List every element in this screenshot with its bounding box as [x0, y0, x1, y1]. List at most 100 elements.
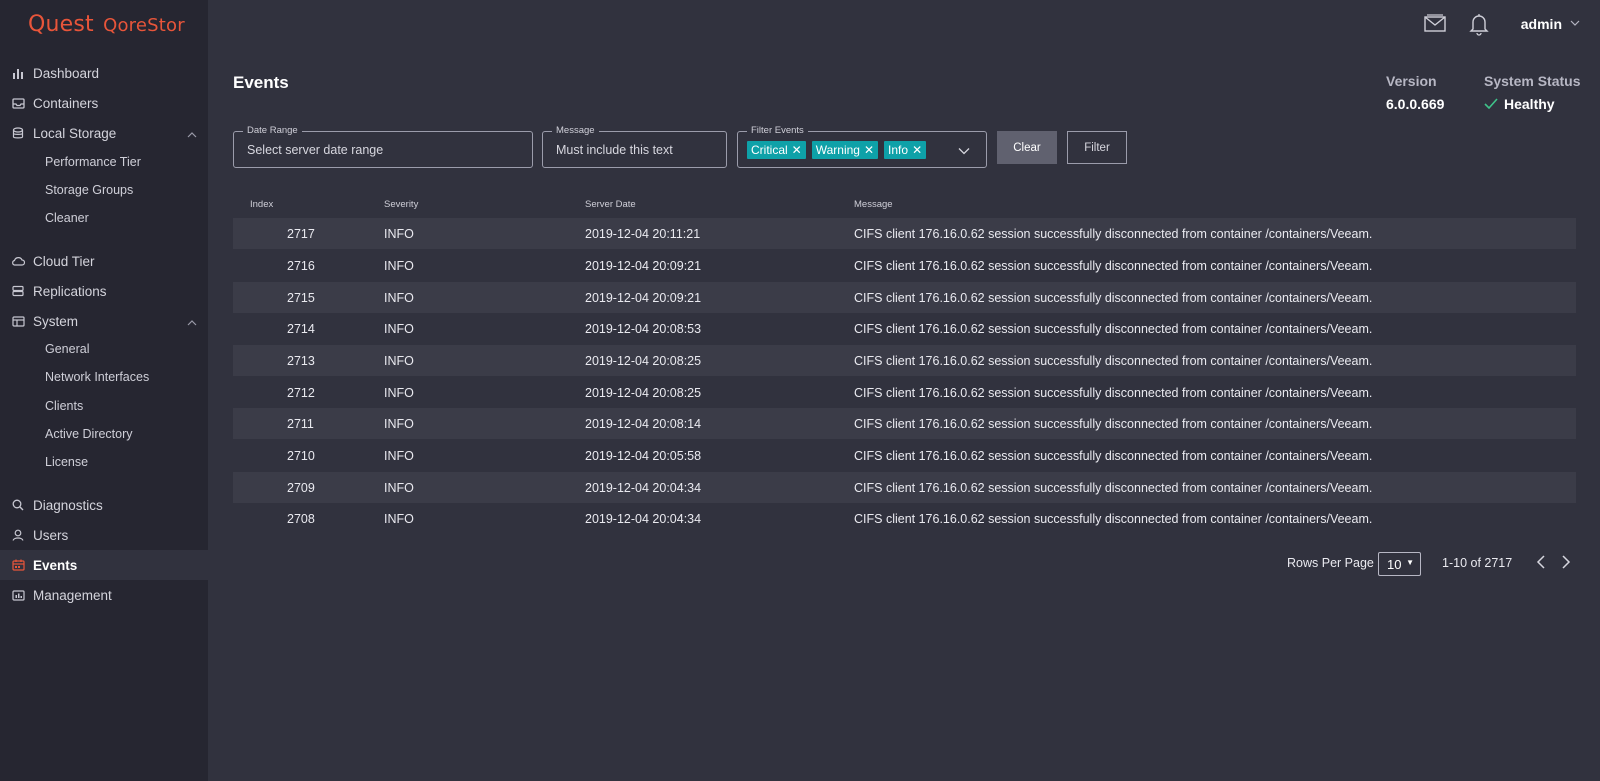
close-icon[interactable]: ✕ [792, 143, 802, 157]
chip-info[interactable]: Info ✕ [884, 141, 927, 159]
sidebar-item-label: Replications [33, 283, 107, 299]
chevron-up-icon[interactable] [187, 314, 197, 329]
inbox-icon [11, 96, 25, 110]
sidebar-item-cleaner[interactable]: Cleaner [45, 208, 89, 228]
chevron-right-icon[interactable] [1561, 554, 1571, 575]
column-header-server-date[interactable]: Server Date [585, 199, 636, 210]
cell-date: 2019-12-04 20:08:53 [585, 322, 702, 336]
clear-button[interactable]: Clear [997, 131, 1057, 164]
cell-index: 2716 [287, 259, 315, 273]
rows-per-page-select[interactable]: 10 ▼ [1378, 552, 1421, 576]
chip-warning[interactable]: Warning ✕ [811, 141, 879, 159]
cell-date: 2019-12-04 20:11:21 [585, 227, 701, 241]
message-label: Message [552, 125, 599, 137]
cell-index: 2717 [287, 227, 315, 241]
cell-message: CIFS client 176.16.0.62 session successf… [854, 386, 1373, 400]
logo-qorestor: QoreStor [103, 15, 185, 36]
sidebar-item-label: System [33, 313, 79, 329]
table-row[interactable]: 2712 INFO 2019-12-04 20:08:25 CIFS clien… [233, 377, 1576, 408]
cell-message: CIFS client 176.16.0.62 session successf… [854, 354, 1373, 368]
date-range-placeholder: Select server date range [247, 143, 384, 157]
sidebar-item-network-interfaces[interactable]: Network Interfaces [45, 367, 149, 387]
page-title: Events [233, 73, 289, 92]
table-row[interactable]: 2717 INFO 2019-12-04 20:11:21 CIFS clien… [233, 218, 1576, 249]
message-placeholder: Must include this text [556, 143, 673, 157]
cell-severity: INFO [384, 386, 414, 400]
table-row[interactable]: 2711 INFO 2019-12-04 20:08:14 CIFS clien… [233, 408, 1576, 439]
filter-events-label: Filter Events [747, 125, 808, 137]
table-row[interactable]: 2713 INFO 2019-12-04 20:08:25 CIFS clien… [233, 345, 1576, 376]
chip-label: Critical [751, 143, 788, 157]
column-header-severity[interactable]: Severity [384, 199, 418, 210]
cell-message: CIFS client 176.16.0.62 session successf… [854, 417, 1373, 431]
close-icon[interactable]: ✕ [864, 143, 874, 157]
column-header-index[interactable]: Index [250, 199, 273, 210]
chevron-up-icon[interactable] [187, 126, 197, 141]
cell-message: CIFS client 176.16.0.62 session successf… [854, 512, 1373, 526]
cell-message: CIFS client 176.16.0.62 session successf… [854, 291, 1373, 305]
sidebar-item-management[interactable]: Management [0, 580, 208, 610]
cell-index: 2715 [287, 291, 315, 305]
sidebar-item-containers[interactable]: Containers [0, 88, 208, 118]
sidebar: Quest QoreStor Dashboard Containers Loca… [0, 0, 208, 781]
cell-severity: INFO [384, 227, 414, 241]
sidebar-item-system[interactable]: System [0, 306, 208, 336]
bell-icon[interactable] [1469, 12, 1489, 41]
chart-box-icon [11, 588, 25, 602]
sidebar-item-events[interactable]: Events [0, 550, 208, 580]
cell-message: CIFS client 176.16.0.62 session successf… [854, 259, 1373, 273]
chip-critical[interactable]: Critical ✕ [747, 141, 806, 159]
app-logo[interactable]: Quest QoreStor [28, 12, 185, 37]
user-menu[interactable]: admin [1521, 16, 1562, 32]
chip-label: Info [888, 143, 909, 157]
cell-index: 2713 [287, 354, 315, 368]
window-icon [11, 314, 25, 328]
cell-date: 2019-12-04 20:08:25 [585, 386, 702, 400]
cell-severity: INFO [384, 291, 414, 305]
cell-date: 2019-12-04 20:09:21 [585, 259, 702, 273]
bar-chart-icon [11, 66, 25, 80]
chevron-down-icon[interactable] [958, 142, 970, 160]
sidebar-item-label: Management [33, 587, 112, 603]
filter-events-select[interactable]: Filter Events Critical ✕ Warning ✕ Info … [737, 125, 987, 168]
sidebar-item-cloud-tier[interactable]: Cloud Tier [0, 246, 208, 276]
sidebar-item-replications[interactable]: Replications [0, 276, 208, 306]
sidebar-item-clients[interactable]: Clients [45, 396, 83, 416]
message-field[interactable]: Message Must include this text [542, 125, 727, 168]
rows-per-page-value: 10 [1387, 557, 1402, 572]
table-row[interactable]: 2715 INFO 2019-12-04 20:09:21 CIFS clien… [233, 282, 1576, 313]
cell-index: 2709 [287, 481, 315, 495]
sidebar-item-label: Containers [33, 95, 99, 111]
sidebar-item-general[interactable]: General [45, 339, 89, 359]
mail-icon[interactable] [1423, 12, 1447, 39]
sidebar-item-diagnostics[interactable]: Diagnostics [0, 490, 208, 520]
sidebar-item-storage-groups[interactable]: Storage Groups [45, 180, 133, 200]
sidebar-item-active-directory[interactable]: Active Directory [45, 424, 133, 444]
chevron-down-icon[interactable] [1570, 17, 1580, 29]
cell-index: 2712 [287, 386, 315, 400]
sidebar-item-performance-tier[interactable]: Performance Tier [45, 152, 141, 172]
chevron-left-icon[interactable] [1536, 554, 1546, 575]
version-value: 6.0.0.669 [1386, 96, 1445, 112]
sidebar-item-dashboard[interactable]: Dashboard [0, 58, 208, 88]
sidebar-item-label: Dashboard [33, 65, 100, 81]
table-row[interactable]: 2710 INFO 2019-12-04 20:05:58 CIFS clien… [233, 440, 1576, 471]
table-row[interactable]: 2714 INFO 2019-12-04 20:08:53 CIFS clien… [233, 313, 1576, 344]
logo-quest: Quest [28, 12, 94, 37]
sidebar-item-users[interactable]: Users [0, 520, 208, 550]
cell-severity: INFO [384, 354, 414, 368]
filter-button[interactable]: Filter [1067, 131, 1127, 164]
table-row[interactable]: 2716 INFO 2019-12-04 20:09:21 CIFS clien… [233, 250, 1576, 281]
date-range-field[interactable]: Date Range Select server date range [233, 125, 533, 168]
table-row[interactable]: 2709 INFO 2019-12-04 20:04:34 CIFS clien… [233, 472, 1576, 503]
sidebar-item-local-storage[interactable]: Local Storage [0, 118, 208, 148]
column-header-message[interactable]: Message [854, 199, 893, 210]
close-icon[interactable]: ✕ [912, 143, 922, 157]
date-range-label: Date Range [243, 125, 302, 137]
table-row[interactable]: 2708 INFO 2019-12-04 20:04:34 CIFS clien… [233, 503, 1576, 534]
cell-index: 2708 [287, 512, 315, 526]
search-icon [11, 498, 25, 512]
cell-message: CIFS client 176.16.0.62 session successf… [854, 227, 1373, 241]
sidebar-item-license[interactable]: License [45, 452, 88, 472]
cell-date: 2019-12-04 20:08:14 [585, 417, 702, 431]
